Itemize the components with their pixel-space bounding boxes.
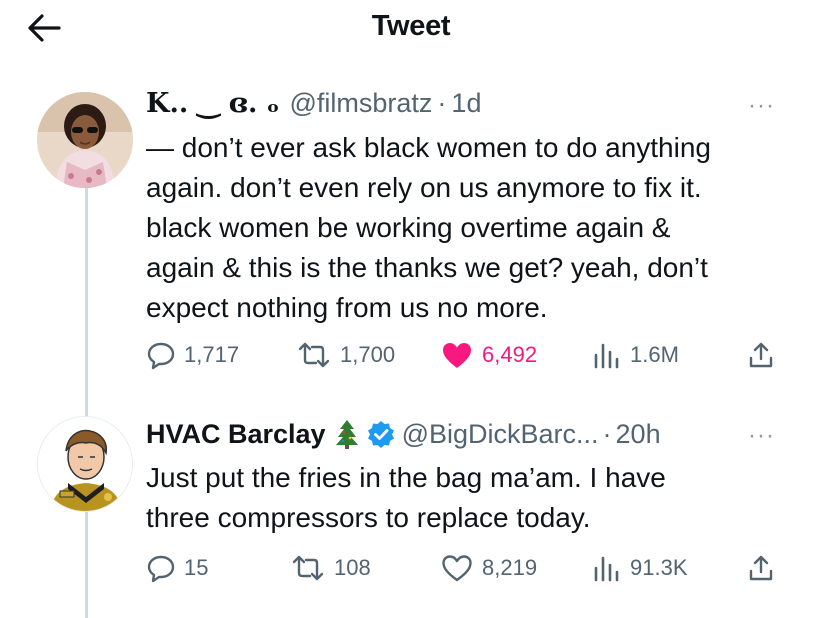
more-options-icon[interactable]: ··· bbox=[748, 422, 775, 450]
avatar[interactable] bbox=[37, 416, 133, 512]
views-button[interactable]: 1.6M bbox=[592, 340, 679, 370]
handle[interactable]: @filmsbratz bbox=[289, 88, 432, 119]
view-count: 1.6M bbox=[630, 342, 679, 367]
thread-line bbox=[85, 186, 88, 418]
tweet-text: — don’t ever ask black women to do anyth… bbox=[146, 128, 711, 328]
tweet-text-line: expect nothing from us no more. bbox=[146, 292, 548, 323]
reply-button[interactable]: 1,717 bbox=[146, 340, 239, 370]
heart-outline-icon bbox=[442, 555, 472, 582]
tweet-text-line: again & this is the thanks we get? yeah,… bbox=[146, 252, 708, 283]
like-button[interactable]: 6,492 bbox=[440, 340, 537, 370]
tweet-text-line: black women be working overtime again & bbox=[146, 212, 671, 243]
separator-dot: · bbox=[437, 88, 447, 118]
page-title: Tweet bbox=[371, 10, 451, 42]
reply-icon bbox=[147, 555, 175, 583]
like-count: 8,219 bbox=[482, 555, 538, 580]
retweet-icon bbox=[298, 342, 330, 368]
timestamp[interactable]: 1d bbox=[451, 88, 481, 119]
view-count: 91.3K bbox=[630, 555, 688, 580]
retweet-button[interactable]: 1,700 bbox=[296, 340, 395, 370]
display-name[interactable]: K.. ‿ ɞ. ₒ bbox=[146, 88, 279, 119]
like-count: 6,492 bbox=[482, 342, 538, 367]
avatar[interactable] bbox=[37, 92, 133, 188]
tweet-text-line: — don’t ever ask black women to do anyth… bbox=[146, 132, 711, 163]
reply-button[interactable]: 15 bbox=[146, 553, 208, 583]
reply-icon bbox=[147, 342, 175, 370]
top-bar: Tweet bbox=[0, 0, 822, 58]
reply-count: 15 bbox=[184, 555, 209, 580]
retweet-icon bbox=[292, 555, 324, 581]
tweet-text-line: three compressors to replace today. bbox=[146, 502, 591, 533]
tweet-text: Just put the fries in the bag ma’am. I h… bbox=[146, 458, 666, 538]
retweet-count: 1,700 bbox=[340, 342, 396, 367]
heart-filled-icon bbox=[443, 343, 471, 368]
pine-tree-icon bbox=[335, 420, 358, 449]
tweet-text-line: again. don’t even rely on us anymore to … bbox=[146, 172, 702, 203]
tweet-header: K.. ‿ ɞ. ₒ @filmsbratz · 1d bbox=[146, 88, 481, 119]
share-button[interactable] bbox=[746, 340, 784, 370]
handle[interactable]: @BigDickBarc... bbox=[402, 419, 599, 450]
views-button[interactable]: 91.3K bbox=[592, 553, 688, 583]
share-icon bbox=[749, 555, 773, 581]
like-button[interactable]: 8,219 bbox=[440, 553, 537, 583]
share-icon bbox=[749, 342, 773, 368]
timestamp[interactable]: 20h bbox=[616, 419, 661, 450]
tweet-text-line: Just put the fries in the bag ma’am. I h… bbox=[146, 462, 666, 493]
retweet-count: 108 bbox=[334, 555, 371, 580]
views-icon bbox=[594, 556, 619, 582]
separator-dot: · bbox=[602, 418, 612, 449]
tweet-header: HVAC Barclay @BigDickBarc... · 20h bbox=[146, 418, 661, 450]
reply-count: 1,717 bbox=[184, 342, 240, 367]
display-name[interactable]: HVAC Barclay bbox=[146, 419, 326, 450]
retweet-button[interactable]: 108 bbox=[290, 553, 371, 583]
verified-badge-icon bbox=[367, 421, 394, 448]
share-button[interactable] bbox=[746, 553, 784, 583]
more-options-icon[interactable]: ··· bbox=[748, 92, 775, 120]
views-icon bbox=[594, 343, 619, 369]
